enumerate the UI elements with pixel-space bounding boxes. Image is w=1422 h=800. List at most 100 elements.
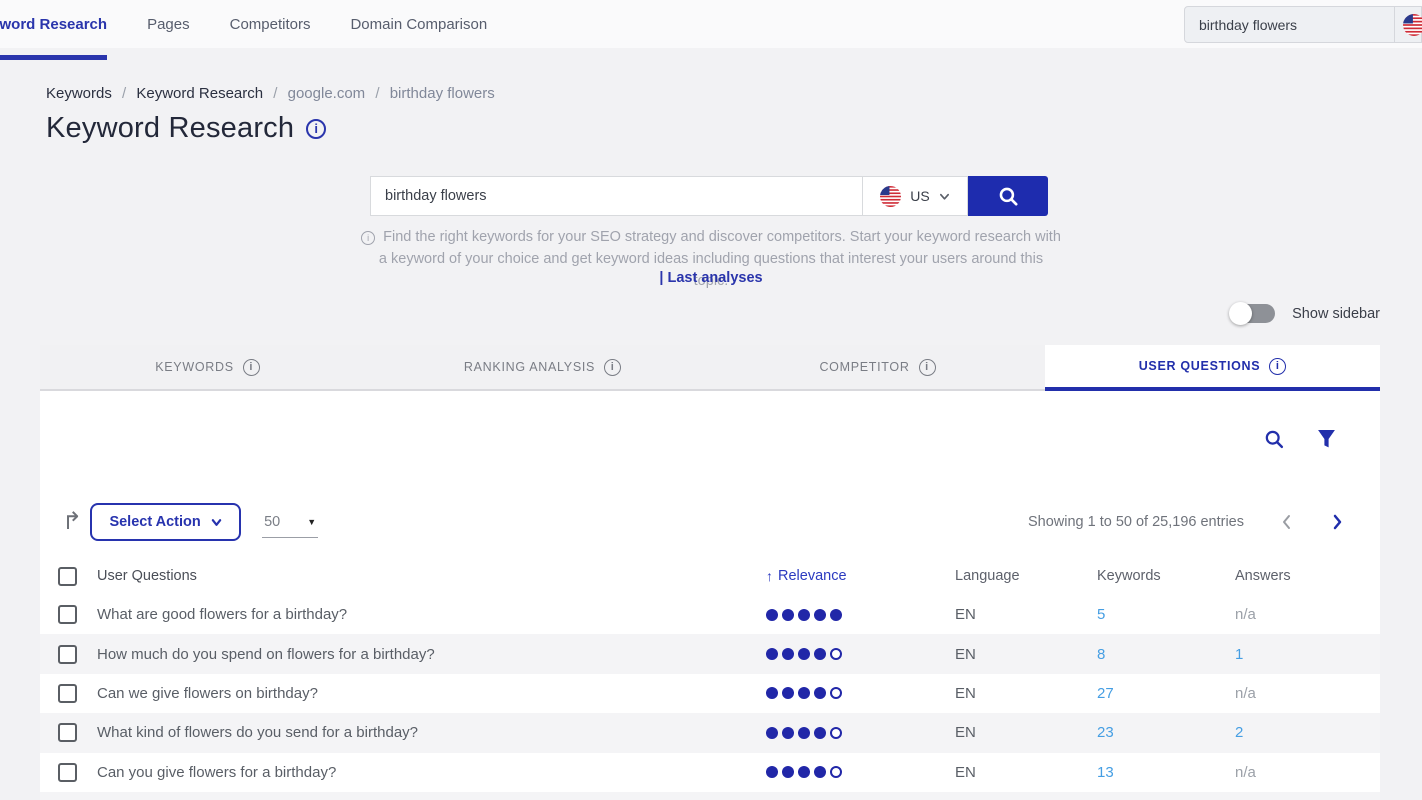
column-header-keywords[interactable]: Keywords: [1055, 568, 1193, 584]
select-action-button[interactable]: Select Action: [90, 503, 241, 541]
show-sidebar-toggle[interactable]: [1231, 304, 1275, 323]
relevance-dot-filled: [798, 727, 810, 739]
table-row: Can you give flowers for a birthday? EN …: [40, 753, 1380, 792]
export-icon[interactable]: ↱: [62, 510, 82, 534]
relevance-dot-filled: [814, 687, 826, 699]
breadcrumb-domain[interactable]: google.com: [288, 85, 366, 102]
topbar-search-box: [1184, 6, 1422, 43]
tab-user-questions[interactable]: USER QUESTIONS i: [1045, 345, 1380, 391]
nav-item-label: Competitors: [230, 16, 311, 33]
breadcrumb-keyword: birthday flowers: [390, 85, 495, 102]
info-icon: i: [361, 231, 375, 245]
relevance-dot-filled: [782, 648, 794, 660]
question-text: What are good flowers for a birthday?: [97, 606, 730, 623]
info-icon[interactable]: i: [604, 359, 621, 376]
relevance-dot-filled: [814, 648, 826, 660]
relevance-dot-hollow: [830, 648, 842, 660]
relevance-dot-filled: [782, 727, 794, 739]
top-navigation: Keyword Research Pages Competitors Domai…: [0, 0, 1422, 48]
nav-item-label: Domain Comparison: [350, 16, 487, 33]
relevance-dot-filled: [830, 609, 842, 621]
tab-label: USER QUESTIONS: [1139, 359, 1261, 373]
table-row: How much do you spend on flowers for a b…: [40, 634, 1380, 673]
relevance-dot-filled: [814, 609, 826, 621]
info-icon[interactable]: i: [1269, 358, 1286, 375]
column-header-label: Relevance: [778, 568, 847, 584]
title-info-icon[interactable]: i: [306, 119, 326, 139]
column-header-language[interactable]: Language: [915, 568, 1055, 584]
breadcrumb-separator: /: [273, 85, 277, 102]
nav-item-label: Keyword Research: [0, 16, 107, 33]
select-all-checkbox[interactable]: [58, 567, 77, 586]
nav-item-label: Pages: [147, 16, 190, 33]
country-code: US: [910, 188, 929, 204]
row-checkbox[interactable]: [58, 723, 77, 742]
page-size-select[interactable]: 50 ▼: [262, 506, 318, 538]
row-checkbox[interactable]: [58, 605, 77, 624]
breadcrumb-keyword-research[interactable]: Keyword Research: [136, 85, 263, 102]
tab-ranking-analysis[interactable]: RANKING ANALYSIS i: [375, 345, 710, 391]
question-text: How much do you spend on flowers for a b…: [97, 646, 730, 663]
search-icon: [998, 186, 1019, 207]
relevance-dot-filled: [814, 766, 826, 778]
country-select[interactable]: US: [862, 176, 968, 216]
nav-item-domain-comparison[interactable]: Domain Comparison: [350, 0, 487, 48]
keywords-link[interactable]: 27: [1097, 685, 1114, 702]
answers-value: n/a: [1235, 764, 1256, 781]
last-analyses-link[interactable]: | Last analyses: [361, 270, 1061, 286]
relevance-dot-filled: [782, 609, 794, 621]
info-icon[interactable]: i: [919, 359, 936, 376]
answers-value[interactable]: 2: [1235, 724, 1243, 741]
sort-asc-icon: ↑: [766, 568, 773, 584]
answers-value[interactable]: 1: [1235, 646, 1243, 663]
divider: [1394, 7, 1395, 42]
page-title: Keyword Research: [46, 112, 294, 145]
breadcrumb-keywords[interactable]: Keywords: [46, 85, 112, 102]
select-action-label: Select Action: [109, 514, 200, 530]
results-panel: KEYWORDS i RANKING ANALYSIS i COMPETITOR…: [40, 345, 1380, 800]
keywords-link[interactable]: 8: [1097, 646, 1105, 663]
relevance-dot-filled: [814, 727, 826, 739]
answers-value: n/a: [1235, 685, 1256, 702]
page-size-value: 50: [264, 514, 280, 530]
show-sidebar-label: Show sidebar: [1292, 306, 1380, 322]
info-icon[interactable]: i: [243, 359, 260, 376]
pagination-next-icon[interactable]: [1331, 514, 1344, 530]
relevance-dots: [766, 727, 842, 739]
relevance-dot-filled: [766, 727, 778, 739]
keywords-link[interactable]: 23: [1097, 724, 1114, 741]
relevance-dot-hollow: [830, 687, 842, 699]
relevance-dot-filled: [782, 766, 794, 778]
tab-competitor[interactable]: COMPETITOR i: [710, 345, 1045, 391]
answers-value: n/a: [1235, 606, 1256, 623]
tab-label: COMPETITOR: [819, 360, 909, 374]
nav-item-pages[interactable]: Pages: [147, 0, 190, 48]
relevance-dot-filled: [766, 766, 778, 778]
row-checkbox[interactable]: [58, 763, 77, 782]
nav-item-competitors[interactable]: Competitors: [230, 0, 311, 48]
nav-item-keyword-research[interactable]: Keyword Research: [0, 0, 107, 48]
search-button[interactable]: [968, 176, 1048, 216]
table-body: What are good flowers for a birthday? EN…: [40, 595, 1380, 792]
language-value: EN: [915, 606, 1055, 623]
relevance-dots: [766, 687, 842, 699]
tab-label: KEYWORDS: [155, 360, 234, 374]
column-header-answers[interactable]: Answers: [1193, 568, 1380, 584]
relevance-dot-hollow: [830, 727, 842, 739]
keywords-link[interactable]: 13: [1097, 764, 1114, 781]
row-checkbox[interactable]: [58, 645, 77, 664]
topbar-search-input[interactable]: [1185, 17, 1394, 33]
language-value: EN: [915, 724, 1055, 741]
tab-keywords[interactable]: KEYWORDS i: [40, 345, 375, 391]
column-header-relevance[interactable]: ↑ Relevance: [766, 568, 847, 584]
pagination-prev-icon[interactable]: [1280, 514, 1293, 530]
keywords-link[interactable]: 5: [1097, 606, 1105, 623]
row-checkbox[interactable]: [58, 684, 77, 703]
toggle-knob: [1229, 302, 1252, 325]
table-search-icon[interactable]: [1264, 429, 1285, 450]
column-header-user-questions[interactable]: User Questions: [97, 568, 730, 584]
relevance-dot-filled: [798, 609, 810, 621]
relevance-dot-filled: [798, 648, 810, 660]
keyword-search-input[interactable]: [370, 176, 862, 216]
filter-icon[interactable]: [1317, 429, 1336, 449]
